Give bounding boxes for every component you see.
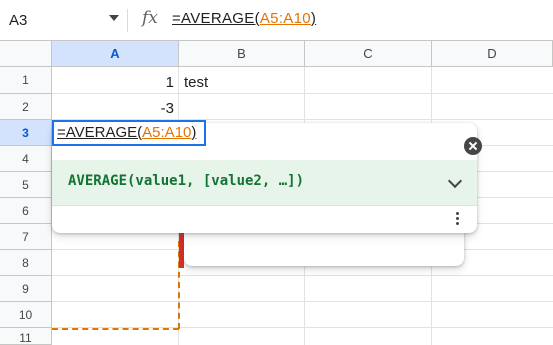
- row-header-3[interactable]: 3: [0, 120, 52, 146]
- name-box-value: A3: [9, 11, 28, 29]
- row-header-11[interactable]: 11: [0, 328, 52, 345]
- function-signature: AVERAGE(value1, [value2, …]): [68, 173, 305, 189]
- popup-divider: [52, 205, 477, 206]
- row-header-5[interactable]: 5: [0, 172, 52, 198]
- row-header-8[interactable]: 8: [0, 250, 52, 276]
- formula-suffix: ): [310, 10, 317, 27]
- function-signature-row[interactable]: AVERAGE(value1, [value2, …]): [52, 160, 477, 205]
- row-header-10[interactable]: 10: [0, 302, 52, 328]
- row-header-7[interactable]: 7: [0, 224, 52, 250]
- row-header-1[interactable]: 1: [0, 67, 52, 94]
- row-header-6[interactable]: 6: [0, 198, 52, 224]
- formula-input[interactable]: =AVERAGE(A5:A10): [172, 10, 316, 27]
- grid-line: [52, 93, 553, 94]
- column-header-d[interactable]: D: [432, 41, 553, 67]
- formula-range: A5:A10: [259, 10, 311, 27]
- fx-icon: fx: [142, 8, 158, 28]
- cell-b1[interactable]: test: [184, 74, 208, 91]
- close-icon[interactable]: [464, 137, 482, 155]
- column-header-b[interactable]: B: [179, 41, 305, 67]
- cell-a1[interactable]: 1: [52, 74, 174, 91]
- select-all-corner[interactable]: [0, 41, 52, 67]
- chevron-down-icon[interactable]: [447, 173, 463, 189]
- formula-bar: A3 fx =AVERAGE(A5:A10): [0, 0, 553, 40]
- editor-prefix: =AVERAGE(: [57, 124, 143, 141]
- row-header-9[interactable]: 9: [0, 276, 52, 302]
- editor-range: A5:A10: [142, 124, 192, 141]
- name-box[interactable]: A3: [9, 8, 129, 32]
- row-header-4[interactable]: 4: [0, 146, 52, 172]
- more-options-icon[interactable]: [452, 210, 462, 230]
- cell-editor-a3[interactable]: =AVERAGE(A5:A10): [52, 120, 206, 146]
- grid-line: [52, 301, 553, 302]
- row-header-2[interactable]: 2: [0, 94, 52, 120]
- grid-line: [52, 275, 553, 276]
- cell-a2[interactable]: -3: [52, 100, 174, 117]
- column-header-a[interactable]: A: [52, 41, 179, 67]
- formula-prefix: =AVERAGE(: [172, 10, 260, 27]
- formula-bar-divider: [127, 9, 128, 32]
- chevron-down-icon[interactable]: [109, 15, 119, 21]
- editor-suffix: ): [191, 124, 197, 141]
- range-outline-bottom: [52, 328, 179, 330]
- column-header-c[interactable]: C: [305, 41, 432, 67]
